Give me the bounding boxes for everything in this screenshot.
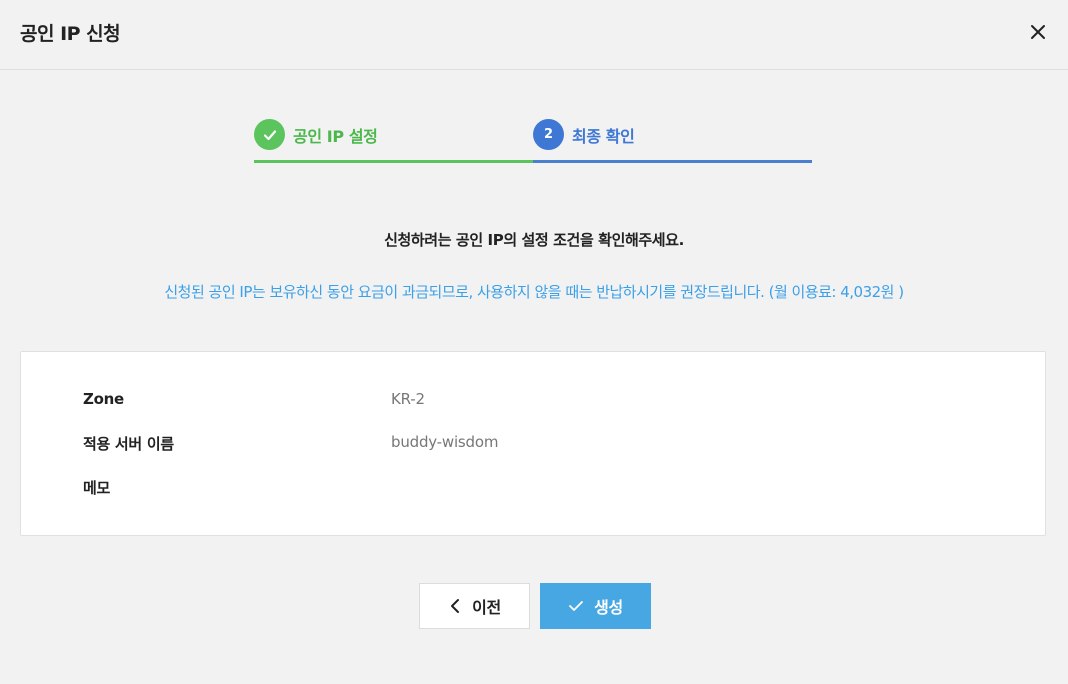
step-public-ip-settings: 공인 IP 설정 xyxy=(254,119,533,163)
detail-value: KR-2 xyxy=(391,390,425,408)
step-1-check-badge xyxy=(254,119,285,150)
prev-button-label: 이전 xyxy=(472,598,501,617)
detail-row-server-name: 적용 서버 이름 buddy-wisdom xyxy=(21,433,1045,457)
check-icon xyxy=(568,599,584,613)
detail-value: buddy-wisdom xyxy=(391,433,499,451)
confirm-heading: 신청하려는 공인 IP의 설정 조건을 확인해주세요. xyxy=(384,231,684,249)
close-button[interactable] xyxy=(1026,20,1050,44)
step-2-label: 최종 확인 xyxy=(572,127,635,146)
step-final-confirm: 2 최종 확인 xyxy=(533,119,812,163)
detail-label: 적용 서버 이름 xyxy=(83,435,174,453)
detail-row-memo: 메모 xyxy=(21,477,1045,501)
check-icon xyxy=(263,129,276,140)
dialog-title: 공인 IP 신청 xyxy=(20,23,121,45)
detail-row-zone: Zone KR-2 xyxy=(21,390,1045,414)
create-button[interactable]: 생성 xyxy=(540,583,651,629)
chevron-left-icon xyxy=(448,598,462,614)
prev-button[interactable]: 이전 xyxy=(419,583,530,629)
detail-label: Zone xyxy=(83,390,124,408)
detail-label: 메모 xyxy=(83,479,111,497)
create-button-label: 생성 xyxy=(594,598,623,617)
billing-notice: 신청된 공인 IP는 보유하신 동안 요금이 과금되므로, 사용하지 않을 때는… xyxy=(164,283,904,301)
dialog-header: 공인 IP 신청 xyxy=(0,0,1068,70)
step-1-label: 공인 IP 설정 xyxy=(293,127,378,146)
step-2-number-badge: 2 xyxy=(533,119,564,150)
summary-card: Zone KR-2 적용 서버 이름 buddy-wisdom 메모 xyxy=(20,351,1046,536)
close-icon xyxy=(1031,25,1045,39)
